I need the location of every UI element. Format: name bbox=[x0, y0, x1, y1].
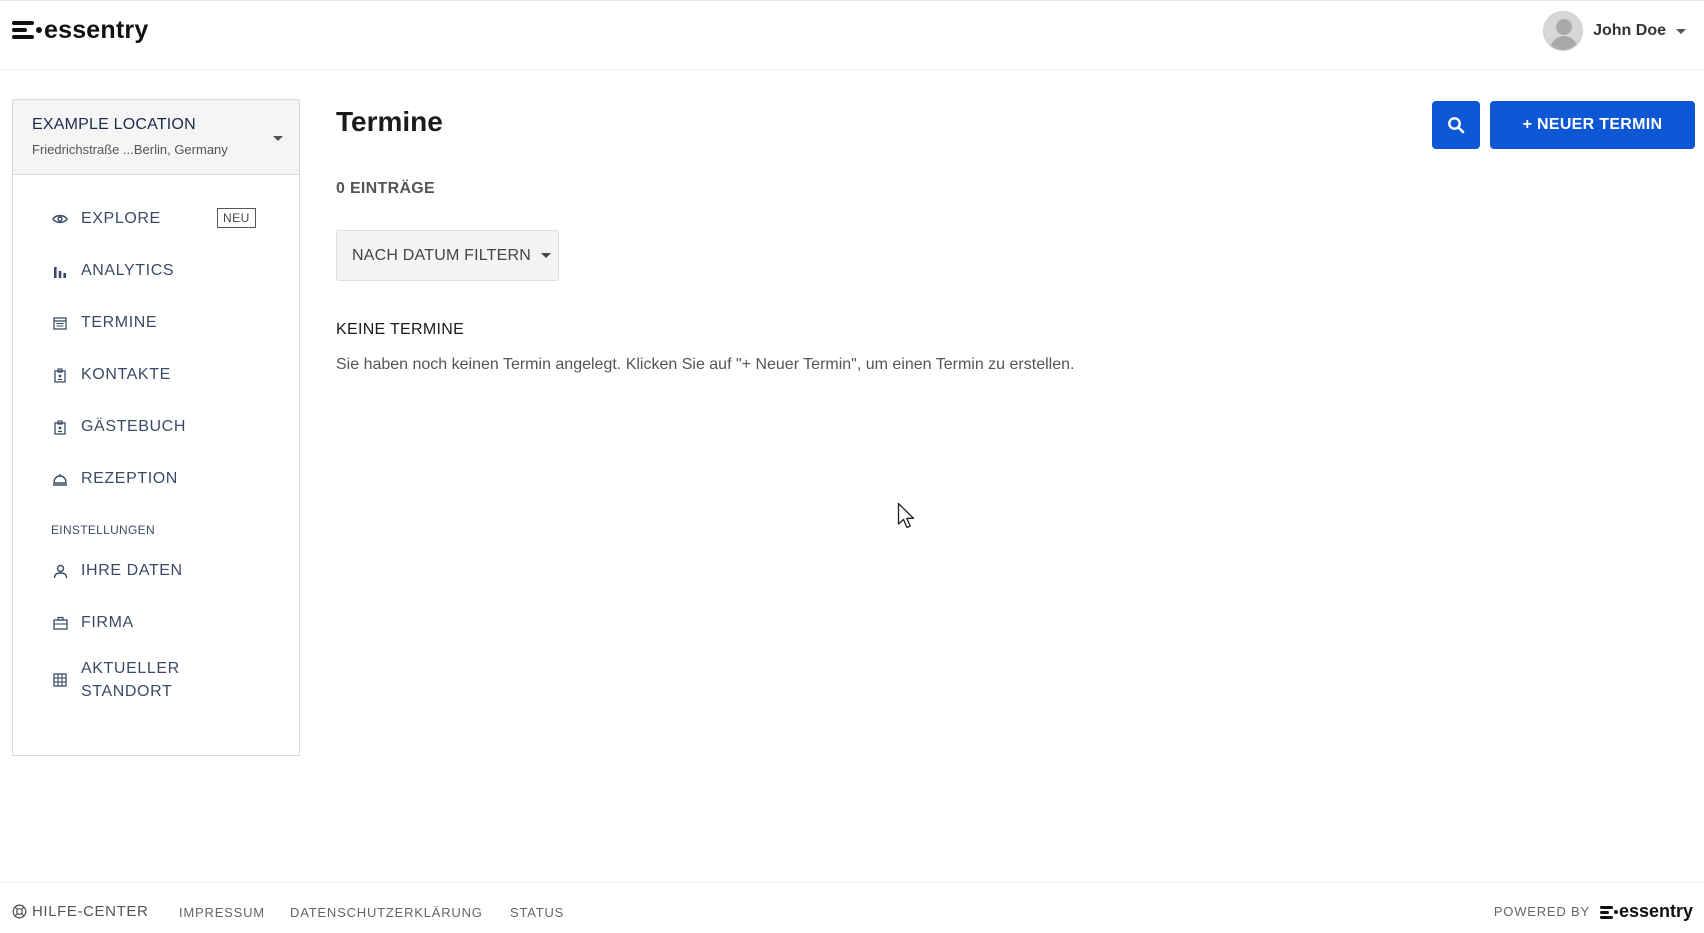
help-center-label: HILFE-CENTER bbox=[32, 903, 149, 920]
sidebar-nav: EXPLORE NEU ANALYTICS TERMINE KONTAKTE G… bbox=[13, 175, 299, 505]
new-appointment-button[interactable]: + NEUER TERMIN bbox=[1490, 101, 1695, 149]
sidebar-item-label: TERMINE bbox=[81, 314, 158, 331]
chevron-down-icon bbox=[1676, 28, 1686, 34]
sidebar-item-firma[interactable]: FIRMA bbox=[13, 597, 299, 649]
settings-section-title: EINSTELLUNGEN bbox=[51, 523, 155, 537]
footer: HILFE-CENTER IMPRESSUM DATENSCHUTZERKLÄR… bbox=[0, 882, 1704, 933]
sidebar-item-label: AKTUELLER STANDORT bbox=[81, 660, 180, 700]
powered-by: POWERED BY essentry bbox=[1494, 901, 1693, 922]
sidebar-item-ihre-daten[interactable]: IHRE DATEN bbox=[13, 545, 299, 597]
date-filter-label: NACH DATUM FILTERN bbox=[352, 246, 532, 264]
sidebar-item-aktueller-standort[interactable]: AKTUELLER STANDORT bbox=[13, 649, 299, 711]
bell-icon bbox=[51, 470, 69, 488]
sidebar-item-kontakte[interactable]: KONTAKTE bbox=[13, 349, 299, 401]
avatar bbox=[1543, 11, 1584, 51]
eye-icon bbox=[51, 210, 69, 228]
logo-mark-icon bbox=[1599, 905, 1618, 919]
sidebar-item-termine[interactable]: TERMINE bbox=[13, 297, 299, 349]
badge-icon bbox=[51, 366, 69, 384]
search-button[interactable] bbox=[1432, 101, 1480, 149]
sidebar-item-gaestebuch[interactable]: GÄSTEBUCH bbox=[13, 401, 299, 453]
help-icon bbox=[12, 904, 27, 919]
footer-brand-text: essentry bbox=[1618, 901, 1693, 921]
chevron-down-icon bbox=[273, 136, 283, 141]
logo-mark-icon bbox=[12, 19, 42, 41]
new-badge: NEU bbox=[217, 208, 256, 228]
location-name: EXAMPLE LOCATION bbox=[32, 116, 196, 133]
chevron-down-icon bbox=[541, 253, 552, 258]
bar-chart-icon bbox=[51, 262, 69, 280]
footer-link-status[interactable]: STATUS bbox=[510, 905, 564, 920]
briefcase-icon bbox=[51, 614, 69, 632]
essentry-logo[interactable]: essentry bbox=[12, 17, 148, 43]
sidebar-item-label: FIRMA bbox=[81, 614, 134, 631]
search-icon bbox=[1448, 117, 1465, 134]
date-filter-dropdown[interactable]: NACH DATUM FILTERN bbox=[336, 230, 559, 281]
user-menu[interactable]: John Doe bbox=[1543, 11, 1686, 51]
sidebar-item-explore[interactable]: EXPLORE NEU bbox=[13, 193, 299, 245]
sidebar-item-label: GÄSTEBUCH bbox=[81, 418, 186, 435]
user-name: John Doe bbox=[1593, 22, 1666, 39]
footer-link-datenschutz[interactable]: DATENSCHUTZERKLÄRUNG bbox=[290, 905, 483, 920]
page-title: Termine bbox=[336, 106, 443, 137]
sidebar-item-label: ANALYTICS bbox=[81, 262, 175, 279]
mouse-cursor-icon bbox=[897, 502, 915, 529]
sidebar-item-label: KONTAKTE bbox=[81, 366, 171, 383]
sidebar: EXAMPLE LOCATION Friedrichstraße ...Berl… bbox=[12, 99, 300, 756]
building-icon bbox=[51, 671, 69, 689]
location-selector[interactable]: EXAMPLE LOCATION Friedrichstraße ...Berl… bbox=[13, 100, 299, 175]
calendar-icon bbox=[51, 314, 69, 332]
entry-count: 0 EINTRÄGE bbox=[336, 180, 436, 197]
sidebar-item-label: IHRE DATEN bbox=[81, 562, 183, 579]
sidebar-item-label: REZEPTION bbox=[81, 470, 178, 487]
essentry-footer-logo[interactable]: essentry bbox=[1599, 901, 1693, 922]
badge-icon bbox=[51, 418, 69, 436]
top-bar: essentry John Doe bbox=[0, 0, 1704, 70]
location-address: Friedrichstraße ...Berlin, Germany bbox=[32, 142, 228, 157]
empty-state-title: KEINE TERMINE bbox=[336, 321, 465, 338]
person-icon bbox=[51, 562, 69, 580]
footer-link-impressum[interactable]: IMPRESSUM bbox=[179, 905, 265, 920]
sidebar-item-label: EXPLORE bbox=[81, 210, 161, 227]
logo-text: essentry bbox=[44, 16, 149, 44]
empty-state-text: Sie haben noch keinen Termin angelegt. K… bbox=[336, 356, 1075, 373]
help-center-link[interactable]: HILFE-CENTER bbox=[12, 903, 148, 920]
powered-by-label: POWERED BY bbox=[1493, 904, 1590, 919]
sidebar-item-analytics[interactable]: ANALYTICS bbox=[13, 245, 299, 297]
settings-nav: IHRE DATEN FIRMA AKTUELLER STANDORT bbox=[13, 545, 299, 711]
sidebar-item-rezeption[interactable]: REZEPTION bbox=[13, 453, 299, 505]
